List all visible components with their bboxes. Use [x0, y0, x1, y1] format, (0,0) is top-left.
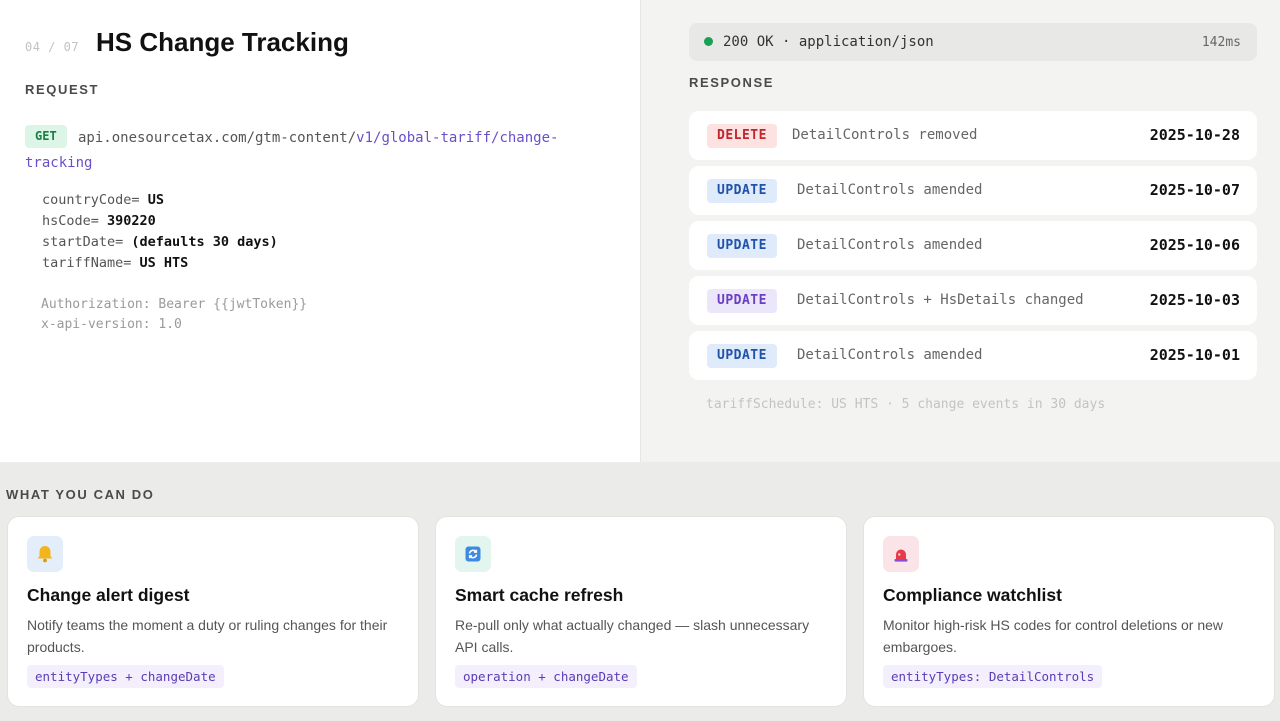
- operation-badge: UPDATE: [707, 344, 777, 368]
- header-authorization: Authorization: Bearer {{jwtToken}}: [41, 297, 308, 312]
- card-title: Smart cache refresh: [455, 585, 624, 605]
- event-description: DetailControls removed: [792, 127, 978, 143]
- event-row[interactable]: UPDATE DetailControls amended 2025-10-01: [689, 331, 1257, 380]
- card-chip: entityTypes: DetailControls: [883, 665, 1103, 688]
- query-params: countryCode= US hsCode= 390220 startDate…: [42, 190, 278, 274]
- siren-icon: [883, 536, 919, 572]
- features-label: WHAT YOU CAN DO: [6, 487, 155, 502]
- bell-icon: [27, 536, 63, 572]
- card-chip: entityTypes + changeDate: [27, 665, 224, 688]
- param-row: tariffName= US HTS: [42, 255, 189, 271]
- feature-card-cache-refresh: Smart cache refresh Re-pull only what ac…: [435, 516, 847, 707]
- header-api-version: x-api-version: 1.0: [41, 317, 182, 332]
- operation-badge: UPDATE: [707, 289, 777, 313]
- event-description: DetailControls + HsDetails changed: [797, 292, 1084, 308]
- request-url[interactable]: api.onesourcetax.com/gtm-content/v1/glob…: [25, 126, 595, 176]
- card-title: Change alert digest: [27, 585, 190, 605]
- response-label: RESPONSE: [689, 75, 775, 90]
- card-description: Monitor high-risk HS codes for control d…: [883, 617, 1224, 655]
- card-description: Re-pull only what actually changed — sla…: [455, 617, 810, 655]
- operation-badge: DELETE: [707, 124, 777, 148]
- param-row: startDate= (defaults 30 days): [42, 234, 278, 250]
- feature-card-compliance-watchlist: Compliance watchlist Monitor high-risk H…: [863, 516, 1275, 707]
- request-label: REQUEST: [25, 82, 100, 97]
- event-row[interactable]: UPDATE DetailControls amended 2025-10-07: [689, 166, 1257, 215]
- card-description: Notify teams the moment a duty or ruling…: [27, 617, 388, 655]
- response-time: 142ms: [1201, 35, 1241, 50]
- event-description: DetailControls amended: [797, 237, 983, 253]
- url-host: api.onesourcetax.com/gtm-content/: [78, 130, 357, 146]
- event-date: 2025-10-28: [1149, 126, 1240, 144]
- event-date: 2025-10-07: [1149, 181, 1240, 199]
- event-list: DELETE DetailControls removed 2025-10-28…: [689, 111, 1257, 386]
- status-bar: 200 OK · application/json 142ms: [689, 23, 1257, 61]
- param-row: countryCode= US: [42, 192, 164, 208]
- event-date: 2025-10-06: [1149, 236, 1240, 254]
- status-ok-icon: [704, 37, 713, 46]
- event-date: 2025-10-03: [1149, 291, 1240, 309]
- event-date: 2025-10-01: [1149, 346, 1240, 364]
- feature-card-alert-digest: Change alert digest Notify teams the mom…: [7, 516, 419, 707]
- event-row[interactable]: UPDATE DetailControls + HsDetails change…: [689, 276, 1257, 325]
- status-text: 200 OK · application/json: [723, 34, 934, 50]
- card-chip: operation + changeDate: [455, 665, 637, 688]
- event-description: DetailControls amended: [797, 347, 983, 363]
- page-title: HS Change Tracking: [96, 27, 349, 57]
- event-row[interactable]: UPDATE DetailControls amended 2025-10-06: [689, 221, 1257, 270]
- operation-badge: UPDATE: [707, 234, 777, 258]
- param-row: hsCode= 390220: [42, 213, 156, 229]
- event-row[interactable]: DELETE DetailControls removed 2025-10-28: [689, 111, 1257, 160]
- card-title: Compliance watchlist: [883, 585, 1062, 605]
- request-headers: Authorization: Bearer {{jwtToken}} x-api…: [41, 295, 307, 335]
- step-indicator: 04 / 07: [25, 40, 80, 54]
- operation-badge: UPDATE: [707, 179, 777, 203]
- response-summary: tariffSchedule: US HTS · 5 change events…: [706, 397, 1106, 412]
- method-badge: GET: [25, 125, 67, 148]
- event-description: DetailControls amended: [797, 182, 983, 198]
- refresh-icon: [455, 536, 491, 572]
